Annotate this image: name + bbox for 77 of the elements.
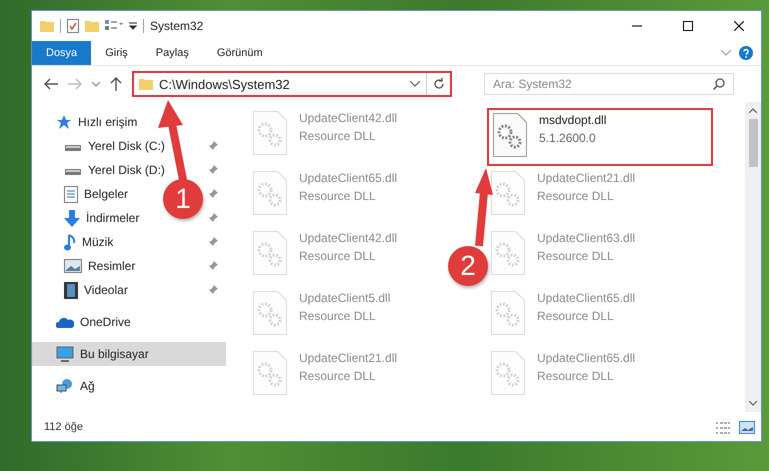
file-name: UpdateClient65.dll: [537, 291, 636, 305]
file-description: Resource DLL: [299, 369, 377, 383]
list-view-icon[interactable]: [105, 20, 123, 32]
ribbon-tab[interactable]: Paylaş: [142, 41, 203, 65]
file-description: Resource DLL: [299, 249, 377, 263]
nav-item[interactable]: Videolar: [84, 283, 128, 297]
nav-label: OneDrive: [80, 315, 131, 329]
file-description: Resource DLL: [537, 249, 615, 263]
chevron-down-icon[interactable]: [721, 50, 731, 56]
nav-label: Hızlı erişim: [78, 115, 138, 129]
search-input[interactable]: Ara: System32: [493, 74, 713, 94]
star-icon: [56, 114, 72, 130]
nav-item[interactable]: Belgeler: [84, 187, 128, 201]
ribbon-tab[interactable]: Dosya: [32, 41, 92, 65]
file-name: UpdateClient42.dll: [299, 231, 398, 245]
nav-item[interactable]: İndirmeler: [86, 211, 140, 225]
window-title: System32: [150, 19, 204, 33]
close-icon: [734, 21, 744, 31]
nav-item[interactable]: OneDrive: [32, 310, 226, 334]
file-description: Resource DLL: [537, 369, 615, 383]
file-name: UpdateClient42.dll: [299, 111, 398, 125]
file-name: msdvdopt.dll: [539, 113, 606, 127]
folder-icon: [139, 78, 153, 90]
file-description: 5.1.2600.0: [539, 131, 597, 145]
monitor-icon: [56, 346, 74, 362]
file-description: Resource DLL: [537, 309, 615, 323]
gear-file-icon[interactable]: [493, 113, 527, 157]
file-description: Resource DLL: [299, 189, 377, 203]
ribbon-tab[interactable]: Görünüm: [202, 41, 277, 65]
file-name: UpdateClient21.dll: [537, 171, 636, 185]
folder-icon: [40, 20, 54, 32]
maximize-icon: [682, 21, 692, 31]
nav-label: Bu bilgisayar: [80, 347, 149, 361]
nav-item[interactable]: Bu bilgisayar: [32, 342, 226, 366]
film-icon: [64, 282, 78, 298]
nav-item[interactable]: Ağ: [32, 374, 226, 398]
item-count: 112 öğe: [43, 421, 84, 435]
file-description: Resource DLL: [299, 309, 377, 323]
details-view-icon[interactable]: [715, 421, 731, 435]
file-item[interactable]: msdvdopt.dll 5.1.2600.0: [487, 108, 713, 166]
scroll-down-icon[interactable]: [749, 401, 757, 406]
refresh-icon[interactable]: [433, 78, 445, 90]
file-name: UpdateClient65.dll: [299, 171, 398, 185]
nav-item[interactable]: Resimler: [88, 259, 136, 273]
nav-item[interactable]: Müzik: [82, 235, 114, 249]
nav-item[interactable]: Yerel Disk (D:): [88, 163, 165, 177]
file-description: Resource DLL: [537, 189, 615, 203]
document-icon: [64, 186, 78, 202]
picture-icon: [64, 259, 82, 273]
nav-label: Ağ: [80, 379, 95, 393]
nav-item[interactable]: Hızlı erişim: [32, 110, 226, 134]
properties-icon[interactable]: [67, 19, 79, 33]
cloud-icon: [56, 316, 74, 328]
caret-icon[interactable]: [410, 81, 420, 87]
file-name: UpdateClient65.dll: [537, 351, 636, 365]
file-name: UpdateClient5.dll: [299, 291, 390, 305]
search-icon[interactable]: [713, 78, 725, 90]
scrollbar[interactable]: [745, 102, 761, 412]
download-arrow-icon: [64, 210, 80, 226]
search-field[interactable]: Ara: System32: [484, 73, 734, 95]
scroll-thumb[interactable]: [748, 119, 758, 167]
file-name: UpdateClient63.dll: [537, 231, 636, 245]
file-description: Resource DLL: [299, 129, 377, 143]
help-icon[interactable]: [739, 46, 753, 60]
back-arrow-icon[interactable]: [44, 78, 58, 90]
large-icons-view-icon[interactable]: [739, 421, 755, 434]
scroll-up-icon[interactable]: [749, 108, 757, 113]
nav-item[interactable]: Yerel Disk (C:): [88, 139, 165, 153]
address-path: C:\Windows\System32: [159, 76, 290, 92]
file-name: UpdateClient21.dll: [299, 351, 398, 365]
ribbon-tab[interactable]: Giriş: [91, 41, 142, 65]
address-bar[interactable]: C:\Windows\System32: [132, 71, 452, 97]
network-icon: [56, 378, 74, 394]
caret-icon[interactable]: [92, 82, 100, 86]
dropdown-icon[interactable]: [129, 22, 137, 30]
up-arrow-icon[interactable]: [110, 77, 122, 91]
music-note-icon: [64, 234, 76, 250]
